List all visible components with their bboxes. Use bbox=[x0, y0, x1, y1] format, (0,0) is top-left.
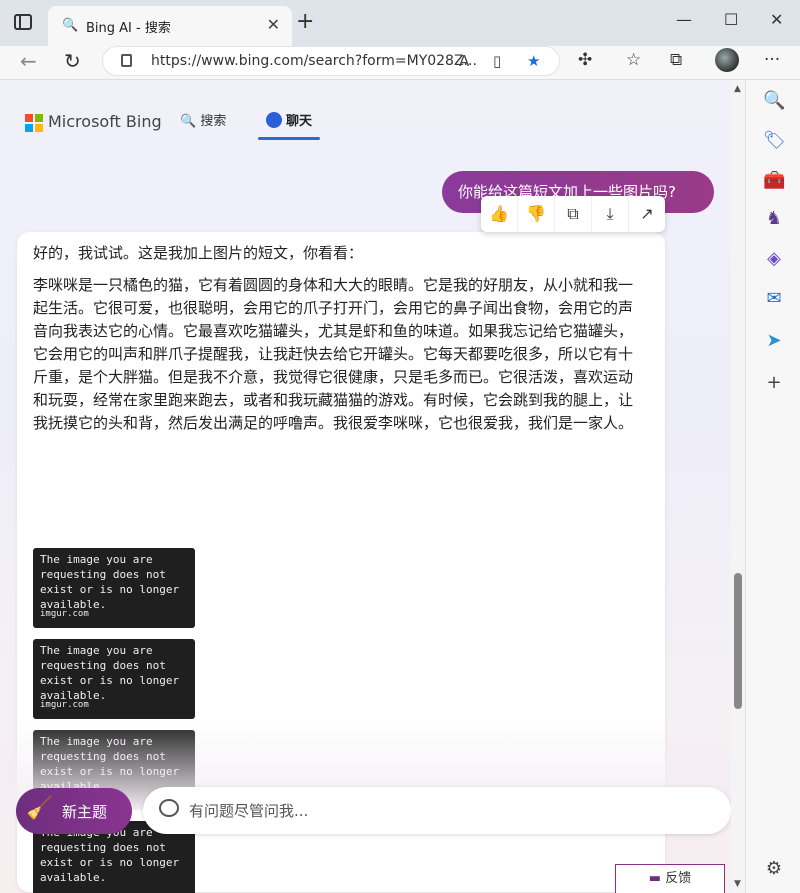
nav-chat[interactable]: 聊天 bbox=[266, 110, 312, 129]
feedback-label: 反馈 bbox=[665, 871, 692, 886]
share-icon[interactable]: ↗ bbox=[629, 196, 665, 232]
search-icon: 🔍 bbox=[62, 18, 79, 33]
image-placeholder-text: The image you are requesting does not ex… bbox=[40, 826, 180, 884]
page-scrollbar[interactable]: ▲ ▼ bbox=[731, 80, 745, 893]
collections-icon[interactable]: ⧉ bbox=[670, 50, 682, 70]
outlook-icon[interactable]: ✉ bbox=[763, 288, 785, 310]
ask-box[interactable] bbox=[143, 787, 731, 834]
edge-sidebar: 🔍 🏷 🧰 ♞ ◈ ✉ ➤ + ⚙ bbox=[745, 80, 800, 893]
refresh-button[interactable]: ↻ bbox=[64, 50, 81, 72]
back-button[interactable]: ← bbox=[20, 50, 37, 72]
settings-gear-icon[interactable]: ⚙ bbox=[763, 858, 785, 880]
favorites-icon[interactable]: ☆ bbox=[626, 50, 641, 70]
broom-icon: 🧹 bbox=[26, 796, 54, 821]
more-menu-icon[interactable]: ··· bbox=[764, 50, 780, 70]
feedback-icon: ▬ bbox=[648, 871, 662, 886]
profile-avatar[interactable] bbox=[715, 48, 739, 72]
chat-input-icon bbox=[159, 799, 179, 817]
read-aloud-icon[interactable]: A bbox=[459, 52, 469, 70]
bing-chat-page: Microsoft Bing 🔍 搜索 聊天 你能给这篇短文加上一些图片吗? 好… bbox=[0, 80, 731, 893]
active-tab-indicator bbox=[258, 137, 320, 140]
send-icon[interactable]: ➤ bbox=[763, 330, 785, 352]
url-text[interactable]: https://www.bing.com/search?form=MY028Z.… bbox=[151, 53, 477, 69]
lock-icon[interactable] bbox=[121, 54, 132, 67]
bot-story-text: 李咪咪是一只橘色的猫，它有着圆圆的身体和大大的眼睛。它是我的好朋友，从小就和我一… bbox=[33, 276, 634, 432]
message-actions: 👍 👎 ⧉ ⤓ ↗ bbox=[481, 196, 665, 232]
image-source: imgur.com bbox=[40, 609, 89, 619]
browser-tab[interactable]: 🔍 Bing AI - 搜索 ✕ bbox=[48, 6, 292, 46]
new-topic-label: 新主题 bbox=[62, 803, 108, 821]
browser-toolbar: ← ↻ https://www.bing.com/search?form=MY0… bbox=[0, 46, 800, 80]
extensions-icon[interactable]: ✣ bbox=[578, 50, 592, 70]
search-icon[interactable]: 🔍 bbox=[763, 90, 785, 112]
feedback-button[interactable]: ▬ 反馈 bbox=[615, 864, 725, 893]
microsoft365-icon[interactable]: ◈ bbox=[763, 248, 785, 270]
new-topic-button[interactable]: 🧹 新主题 bbox=[16, 788, 132, 834]
new-tab-button[interactable]: + bbox=[296, 11, 314, 33]
close-window-button[interactable]: ✕ bbox=[770, 10, 783, 29]
minimize-button[interactable]: — bbox=[676, 10, 692, 29]
tools-icon[interactable]: 🧰 bbox=[763, 170, 785, 192]
shopping-tag-icon[interactable]: 🏷 bbox=[763, 130, 786, 152]
image-placeholder-text: The image you are requesting does not ex… bbox=[40, 553, 180, 611]
nav-search[interactable]: 🔍 搜索 bbox=[180, 110, 226, 129]
maximize-button[interactable]: ☐ bbox=[724, 10, 738, 29]
image-placeholder[interactable]: The image you are requesting does not ex… bbox=[33, 639, 195, 719]
add-icon[interactable]: + bbox=[763, 372, 785, 394]
dislike-icon[interactable]: 👎 bbox=[518, 196, 555, 232]
image-placeholder[interactable]: The image you are requesting does not ex… bbox=[33, 548, 195, 628]
ask-input[interactable] bbox=[189, 787, 709, 834]
image-source: imgur.com bbox=[40, 700, 89, 710]
image-placeholder-text: The image you are requesting does not ex… bbox=[40, 644, 180, 702]
nav-search-label: 搜索 bbox=[200, 114, 227, 129]
tab-close-icon[interactable]: ✕ bbox=[267, 15, 280, 34]
games-icon[interactable]: ♞ bbox=[763, 208, 785, 230]
microsoft-logo-icon bbox=[25, 114, 43, 132]
title-bar: 🔍 Bing AI - 搜索 ✕ + — ☐ ✕ bbox=[0, 0, 800, 46]
bot-intro-text: 好的，我试试。这是我加上图片的短文，你看看： bbox=[33, 244, 364, 262]
tab-title: Bing AI - 搜索 bbox=[86, 21, 171, 36]
search-icon: 🔍 bbox=[180, 114, 197, 129]
export-icon[interactable]: ⤓ bbox=[592, 196, 629, 232]
address-bar[interactable]: https://www.bing.com/search?form=MY028Z.… bbox=[102, 46, 560, 76]
scrollbar-thumb[interactable] bbox=[734, 573, 742, 709]
copy-icon[interactable]: ⧉ bbox=[555, 196, 592, 232]
bing-logo-text[interactable]: Microsoft Bing bbox=[48, 112, 162, 131]
nav-chat-label: 聊天 bbox=[286, 114, 313, 129]
scroll-up-icon[interactable]: ▲ bbox=[734, 84, 741, 94]
tab-actions-icon[interactable] bbox=[14, 14, 32, 30]
chat-icon bbox=[266, 112, 282, 128]
scroll-down-icon[interactable]: ▼ bbox=[734, 879, 741, 889]
split-screen-icon[interactable]: ▯ bbox=[493, 52, 501, 70]
like-icon[interactable]: 👍 bbox=[481, 196, 518, 232]
favorite-star-icon[interactable]: ★ bbox=[527, 52, 540, 70]
